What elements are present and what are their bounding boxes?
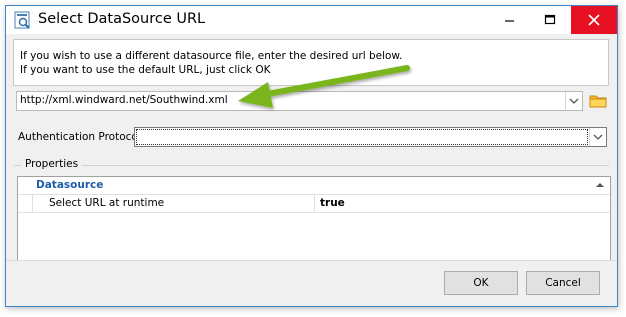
- ok-button[interactable]: OK: [444, 271, 518, 295]
- column-separator[interactable]: [314, 195, 315, 212]
- folder-icon: [589, 95, 607, 108]
- close-button[interactable]: [571, 6, 617, 34]
- collapse-icon[interactable]: [596, 182, 604, 188]
- message-line-2: If you want to use the default URL, just…: [20, 64, 271, 76]
- message-line-1: If you wish to use a different datasourc…: [20, 50, 403, 62]
- maximize-icon: [544, 14, 556, 25]
- footer-divider: [6, 260, 617, 261]
- property-category-row[interactable]: Datasource: [18, 177, 610, 195]
- cancel-button[interactable]: Cancel: [526, 271, 600, 295]
- property-row[interactable]: Select URL at runtime true: [18, 195, 610, 213]
- properties-group-border: [14, 165, 609, 166]
- chevron-down-icon: [569, 98, 579, 104]
- url-combobox[interactable]: http://xml.windward.net/Southwind.xml: [16, 91, 583, 111]
- minimize-button[interactable]: [495, 6, 525, 34]
- close-icon: [588, 14, 600, 26]
- url-dropdown-button[interactable]: [565, 92, 582, 110]
- maximize-button[interactable]: [535, 6, 565, 34]
- title-bar[interactable]: Select DataSource URL: [6, 6, 617, 34]
- row-gutter: [18, 195, 33, 212]
- auth-focus-rect: [136, 129, 588, 145]
- property-value[interactable]: true: [320, 197, 345, 209]
- category-label: Datasource: [36, 179, 104, 191]
- dialog-content: If you wish to use a different datasourc…: [6, 34, 617, 306]
- dialog-window: Select DataSource URL If you wish to use…: [5, 5, 618, 307]
- app-icon: [14, 11, 32, 29]
- message-box: If you wish to use a different datasourc…: [13, 39, 609, 86]
- auth-dropdown-button[interactable]: [589, 128, 606, 146]
- chevron-down-icon: [593, 134, 603, 140]
- properties-label: Properties: [21, 158, 83, 170]
- browse-file-button[interactable]: [588, 90, 608, 111]
- window-title: Select DataSource URL: [38, 11, 206, 27]
- minimize-icon: [505, 20, 514, 22]
- property-grid[interactable]: Datasource Select URL at runtime true: [17, 176, 611, 261]
- property-name: Select URL at runtime: [49, 197, 165, 209]
- url-value[interactable]: http://xml.windward.net/Southwind.xml: [20, 94, 228, 106]
- auth-protocol-combobox[interactable]: [134, 127, 607, 147]
- auth-protocol-label: Authentication Protocol: [18, 131, 141, 143]
